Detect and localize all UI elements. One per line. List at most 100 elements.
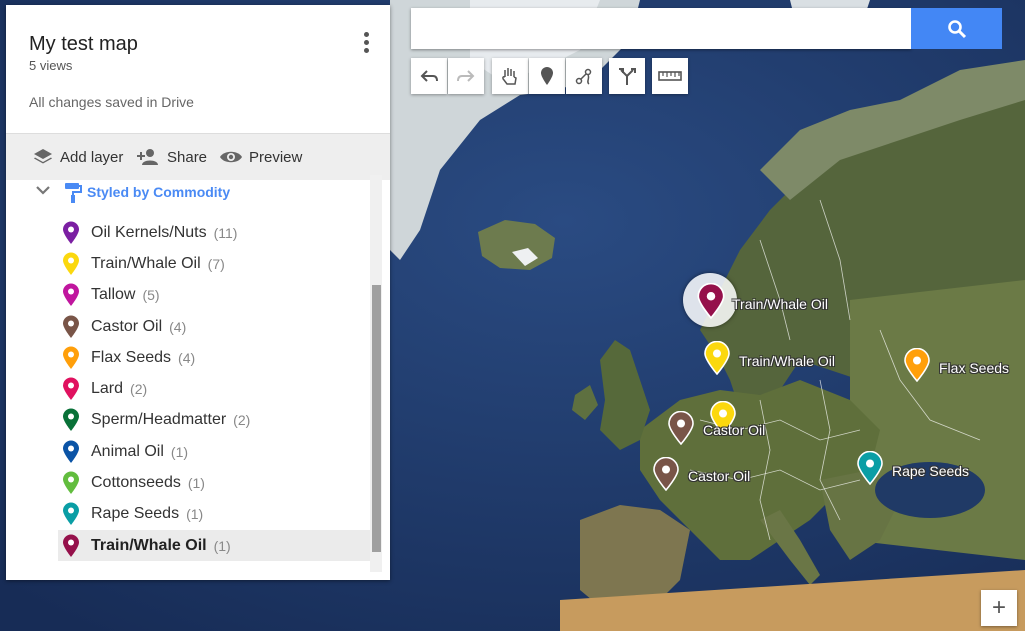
legend-item-label: Rape Seeds xyxy=(91,505,180,523)
share-button[interactable]: Share xyxy=(135,134,207,180)
layer-section: Styled by Commodity Oil Kernels/Nuts (11)… xyxy=(6,180,376,575)
search-button[interactable] xyxy=(911,8,1002,49)
add-marker-button[interactable] xyxy=(529,58,565,94)
layers-icon xyxy=(34,149,52,164)
map-pin-icon xyxy=(63,440,79,463)
legend-item-count: (5) xyxy=(142,287,160,304)
map-marker-label: Flax Seeds xyxy=(939,360,1010,376)
legend-item[interactable]: Sperm/Headmatter (2) xyxy=(58,405,370,436)
map-marker[interactable] xyxy=(857,450,883,490)
legend-item[interactable]: Castor Oil (4) xyxy=(58,311,370,342)
directions-button[interactable] xyxy=(609,58,645,94)
redo-icon xyxy=(457,70,475,82)
map-marker-label: Train/Whale Oil xyxy=(732,296,828,312)
redo-button[interactable] xyxy=(448,58,484,94)
legend-item[interactable]: Train/Whale Oil (1) xyxy=(58,529,370,562)
preview-button[interactable]: Preview xyxy=(219,134,302,180)
add-layer-button[interactable]: Add layer xyxy=(32,134,123,180)
directions-icon xyxy=(619,68,636,85)
map-pin-icon xyxy=(63,471,79,495)
draw-line-icon xyxy=(575,68,592,85)
undo-button[interactable] xyxy=(411,58,447,94)
legend-item-count: (1) xyxy=(187,475,205,492)
panel-scrollbar-thumb[interactable] xyxy=(372,285,381,552)
add-layer-label: Add layer xyxy=(60,148,124,166)
draw-line-button[interactable] xyxy=(566,58,602,94)
legend-list: Oil Kernels/Nuts (11) Train/Whale Oil (7) Ta… xyxy=(58,217,370,562)
legend-item-label: Train/Whale Oil xyxy=(91,536,207,554)
search-icon xyxy=(947,19,966,38)
map-pin-icon xyxy=(63,502,79,526)
measure-button[interactable] xyxy=(652,58,688,94)
map-pin-icon xyxy=(857,450,883,486)
legend-item[interactable]: Train/Whale Oil (7) xyxy=(58,248,370,279)
legend-item-count: (4) xyxy=(169,318,187,335)
hand-icon xyxy=(502,68,517,85)
legend-item-count: (2) xyxy=(233,412,251,429)
map-marker[interactable] xyxy=(704,340,730,380)
map-pin-icon xyxy=(704,340,730,376)
legend-item[interactable]: Animal Oil (1) xyxy=(58,436,370,467)
legend-item-count: (7) xyxy=(207,255,225,272)
map-pin-icon xyxy=(653,456,679,492)
legend-item-count: (1) xyxy=(170,443,189,460)
layer-style-header: Styled by Commodity xyxy=(6,180,376,210)
panel-header: My test map 5 views All changes saved in… xyxy=(6,5,390,133)
undo-icon xyxy=(420,70,438,82)
map-marker-label: Train/Whale Oil xyxy=(739,353,835,369)
legend-item-label: Oil Kernels/Nuts xyxy=(91,223,207,241)
legend-item-label: Animal Oil xyxy=(91,442,164,460)
map-pin-icon xyxy=(63,408,79,432)
paint-roller-icon[interactable] xyxy=(64,182,82,204)
map-pin-icon xyxy=(63,534,79,557)
map-title[interactable]: My test map xyxy=(29,33,138,56)
legend-item-label: Flax Seeds xyxy=(91,348,172,366)
map-marker-label: Rape Seeds xyxy=(892,463,970,479)
map-pin-icon xyxy=(63,377,79,401)
save-status: All changes saved in Drive xyxy=(29,94,194,110)
eye-icon xyxy=(220,151,242,163)
pan-tool-button[interactable] xyxy=(492,58,528,94)
legend-item-label: Train/Whale Oil xyxy=(91,254,201,272)
style-by-label[interactable]: Styled by Commodity xyxy=(87,184,230,200)
legend-item-count: (4) xyxy=(178,349,196,366)
legend-item[interactable]: Lard (2) xyxy=(58,373,370,404)
legend-item-label: Tallow xyxy=(91,286,136,304)
map-marker-label: Castor Oil xyxy=(703,422,766,438)
legend-item-count: (1) xyxy=(186,506,204,523)
more-options-icon[interactable] xyxy=(363,32,371,56)
map-pin-icon xyxy=(668,410,694,446)
legend-item[interactable]: Cottonseeds (1) xyxy=(58,467,370,498)
legend-item-count: (2) xyxy=(130,381,148,398)
map-pin-icon xyxy=(63,283,79,307)
legend-item-label: Lard xyxy=(91,380,124,398)
legend-item-label: Sperm/Headmatter xyxy=(91,411,227,429)
map-pin-icon xyxy=(541,67,553,85)
chevron-down-icon[interactable] xyxy=(35,184,51,196)
legend-item-count: (1) xyxy=(213,537,231,554)
ruler-icon xyxy=(658,71,682,81)
map-marker[interactable] xyxy=(697,282,725,324)
add-person-icon xyxy=(137,149,158,165)
map-pin-icon xyxy=(63,221,79,244)
map-pin-icon xyxy=(904,347,930,383)
legend-item-label: Castor Oil xyxy=(91,317,163,335)
map-marker[interactable] xyxy=(668,410,694,450)
map-marker[interactable] xyxy=(653,456,679,496)
map-marker[interactable] xyxy=(904,347,930,387)
map-pin-icon xyxy=(63,252,79,275)
preview-label: Preview xyxy=(249,148,303,166)
legend-item[interactable]: Tallow (5) xyxy=(58,280,370,311)
zoom-in-button[interactable]: + xyxy=(981,590,1017,626)
views-count: 5 views xyxy=(29,58,73,73)
legend-item[interactable]: Rape Seeds (1) xyxy=(58,499,370,530)
map-pin-icon xyxy=(697,282,725,320)
legend-item[interactable]: Oil Kernels/Nuts (11) xyxy=(58,217,370,248)
map-marker-label: Castor Oil xyxy=(688,468,751,484)
map-details-panel: My test map 5 views All changes saved in… xyxy=(6,5,390,580)
search-input[interactable] xyxy=(411,8,911,49)
map-pin-icon xyxy=(63,315,79,338)
legend-item-count: (11) xyxy=(213,224,238,241)
share-label: Share xyxy=(167,148,208,166)
legend-item[interactable]: Flax Seeds (4) xyxy=(58,342,370,373)
